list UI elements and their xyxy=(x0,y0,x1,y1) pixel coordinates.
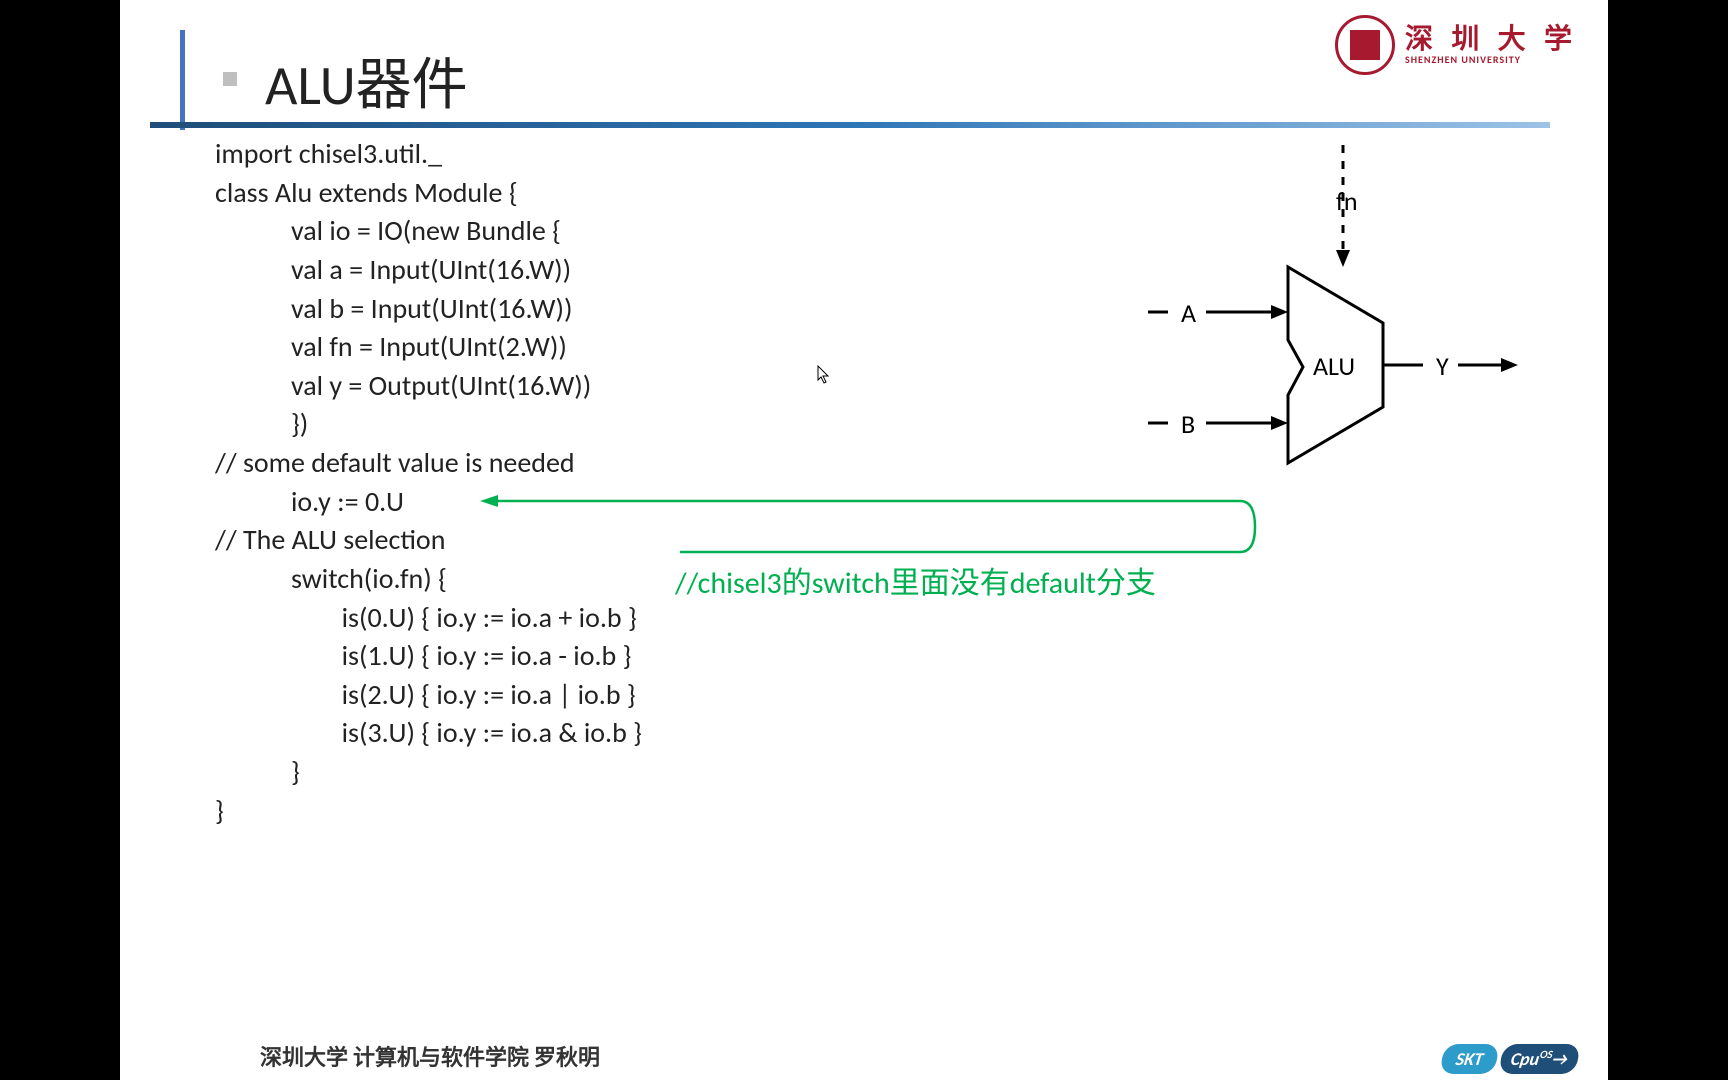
university-name-cn: 深 圳 大 学 xyxy=(1405,25,1578,53)
code-line: switch(io.fn) { xyxy=(215,561,447,596)
university-logo: 深 圳 大 学 SHENZHEN UNIVERSITY xyxy=(1335,15,1578,75)
diagram-label-y: Y xyxy=(1436,350,1449,382)
code-line: } xyxy=(215,754,300,789)
diagram-label-a: A xyxy=(1181,297,1196,329)
code-block: import chisel3.util._ class Alu extends … xyxy=(215,135,642,830)
code-line: class Alu extends Module { xyxy=(215,175,518,210)
footer-text: 深圳大学 计算机与软件学院 罗秋明 xyxy=(260,1040,600,1072)
slide-title: ALU器件 xyxy=(265,40,468,121)
code-line: // The ALU selection xyxy=(215,522,445,557)
annotation-text: //chisel3的switch里面没有default分支 xyxy=(675,558,1156,602)
code-line: val fn = Input(UInt(2.W)) xyxy=(215,329,567,364)
code-line: val y = Output(UInt(16.W)) xyxy=(215,368,591,403)
code-line: }) xyxy=(215,406,308,441)
annotation-arrow-icon xyxy=(480,487,1260,567)
code-line: is(2.U) { io.y := io.a | io.b } xyxy=(215,677,636,712)
skt-badge: SKT xyxy=(1439,1044,1499,1074)
cursor-icon xyxy=(817,365,831,385)
title-bullet-icon xyxy=(223,72,237,86)
code-line: val io = IO(new Bundle { xyxy=(215,213,561,248)
code-line: // some default value is needed xyxy=(215,445,575,480)
diagram-label-b: B xyxy=(1181,408,1195,440)
code-line: is(0.U) { io.y := io.a + io.b } xyxy=(215,600,637,635)
title-underline xyxy=(150,122,1550,128)
code-line: val a = Input(UInt(16.W)) xyxy=(215,252,571,287)
code-line: import chisel3.util._ xyxy=(215,136,442,171)
code-line: val b = Input(UInt(16.W)) xyxy=(215,291,572,326)
university-text: 深 圳 大 学 SHENZHEN UNIVERSITY xyxy=(1405,25,1578,66)
code-line: is(1.U) { io.y := io.a - io.b } xyxy=(215,638,631,673)
university-seal-icon xyxy=(1335,15,1395,75)
slide: ALU器件 深 圳 大 学 SHENZHEN UNIVERSITY import… xyxy=(120,0,1608,1080)
code-line: } xyxy=(215,793,224,828)
diagram-label-fn: fn xyxy=(1336,185,1358,217)
footer-logo: SKT CpuOS→ xyxy=(1442,1044,1578,1074)
diagram-label-alu: ALU xyxy=(1313,350,1355,382)
code-line: is(3.U) { io.y := io.a & io.b } xyxy=(215,715,642,750)
alu-diagram: fn A B ALU Y xyxy=(1148,145,1528,485)
cpu-badge: CpuOS→ xyxy=(1498,1044,1580,1074)
code-line: io.y := 0.U xyxy=(215,484,404,519)
